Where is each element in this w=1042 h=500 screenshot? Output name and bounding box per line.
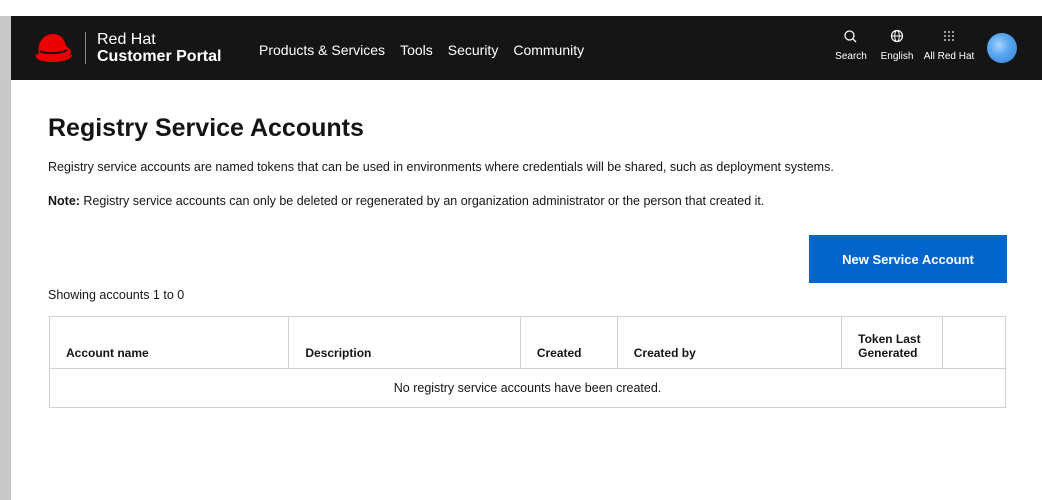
col-description[interactable]: Description — [288, 316, 521, 369]
col-created[interactable]: Created — [519, 316, 618, 369]
note-body: Registry service accounts can only be de… — [79, 194, 765, 208]
globe-icon — [890, 29, 904, 43]
empty-row: No registry service accounts have been c… — [49, 368, 1006, 408]
language-label: English — [880, 51, 914, 62]
search-icon — [844, 30, 857, 43]
brand-line-2: Customer Portal — [97, 48, 222, 65]
nav-security[interactable]: Security — [448, 42, 499, 58]
col-account-name[interactable]: Account name — [48, 316, 290, 369]
col-actions — [942, 316, 1006, 369]
nav-community[interactable]: Community — [513, 42, 584, 58]
window-top-strip — [0, 0, 1042, 16]
col-token-last-generated[interactable]: Token Last Generated — [841, 316, 944, 369]
brand-divider — [85, 32, 86, 64]
redhat-logo-icon[interactable] — [31, 30, 75, 64]
top-navigation: Red Hat Customer Portal Products & Servi… — [11, 16, 1042, 80]
all-redhat-button[interactable]: All Red Hat — [921, 28, 977, 62]
service-accounts-table: Account name Description Created Created… — [48, 316, 1006, 408]
language-button[interactable]: English — [877, 28, 917, 62]
intro-text: Registry service accounts are named toke… — [48, 160, 834, 174]
search-label: Search — [835, 51, 867, 62]
showing-count: Showing accounts 1 to 0 — [48, 288, 185, 302]
main-nav: Products & Services Tools Security Commu… — [259, 42, 584, 58]
brand-name[interactable]: Red Hat Customer Portal — [97, 31, 221, 65]
page-title: Registry Service Accounts — [48, 114, 364, 142]
col-created-by[interactable]: Created by — [616, 316, 843, 369]
note-text: Note: Registry service accounts can only… — [48, 194, 764, 208]
left-gutter — [0, 16, 11, 500]
new-service-account-button[interactable]: New Service Account — [809, 235, 1007, 283]
grid-icon — [944, 31, 954, 41]
brand-line-1: Red Hat — [97, 31, 156, 48]
note-label: Note: — [48, 194, 80, 208]
nav-tools[interactable]: Tools — [400, 42, 433, 58]
user-avatar[interactable] — [987, 33, 1017, 63]
nav-products-services[interactable]: Products & Services — [259, 42, 385, 58]
table-header-row: Account name Description Created Created… — [48, 316, 1006, 369]
empty-message: No registry service accounts have been c… — [49, 368, 1006, 408]
all-redhat-label: All Red Hat — [923, 51, 975, 62]
search-button[interactable]: Search — [831, 28, 871, 62]
